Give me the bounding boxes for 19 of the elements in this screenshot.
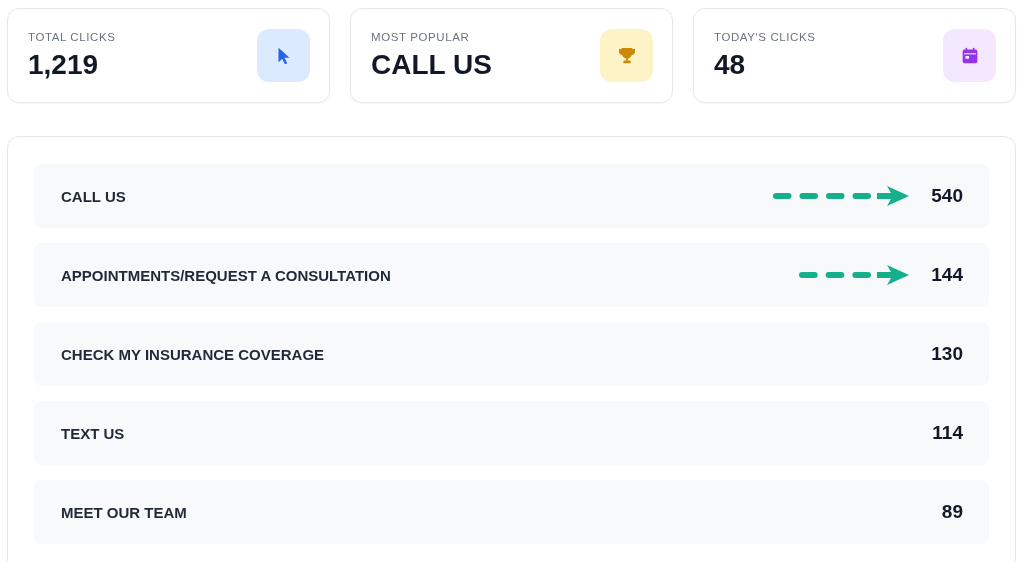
calendar-icon bbox=[943, 29, 996, 82]
row-label: CALL US bbox=[61, 187, 127, 205]
stat-value: 1,219 bbox=[28, 48, 100, 81]
click-count: 540 bbox=[931, 185, 963, 207]
stat-value: CALL US bbox=[371, 48, 492, 81]
row-label: MEET OUR TEAM bbox=[61, 503, 188, 521]
stat-label: TODAY'S CLICKS bbox=[714, 30, 816, 43]
stat-value: 48 bbox=[714, 48, 747, 81]
click-count: 114 bbox=[932, 422, 963, 444]
row-label: APPOINTMENTS/REQUEST A CONSULTATION bbox=[61, 266, 392, 284]
stat-label: MOST POPULAR bbox=[371, 30, 471, 43]
row-label: TEXT US bbox=[61, 424, 126, 442]
cursor-icon bbox=[257, 29, 310, 82]
click-count: 130 bbox=[931, 343, 963, 365]
trophy-icon bbox=[600, 29, 653, 82]
stat-label: TOTAL CLICKS bbox=[28, 30, 116, 43]
click-count: 89 bbox=[941, 501, 963, 523]
click-count: 144 bbox=[931, 264, 963, 286]
row-label: CHECK MY INSURANCE COVERAGE bbox=[61, 345, 326, 363]
